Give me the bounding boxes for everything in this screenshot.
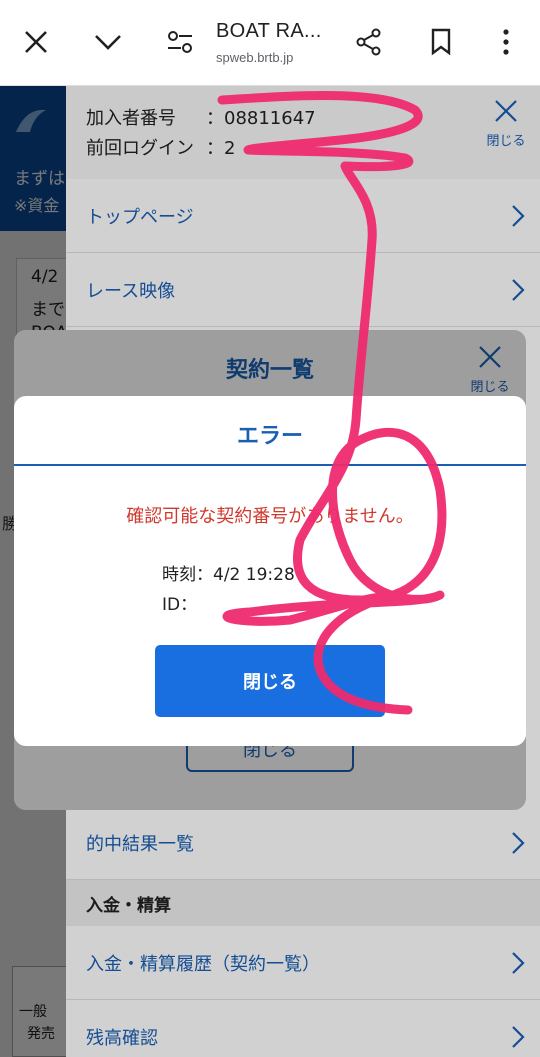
page-url[interactable]: spweb.brtb.jp: [216, 50, 293, 65]
more-vert-icon[interactable]: [486, 22, 526, 62]
error-id: ID：: [162, 595, 198, 615]
close-icon[interactable]: [16, 22, 56, 62]
page-title[interactable]: BOAT RA...: [216, 20, 322, 43]
browser-toolbar: BOAT RA... spweb.brtb.jp: [0, 0, 540, 86]
error-dialog: エラー 確認可能な契約番号がありません。 時刻：4/2 19:28 ID： 閉じ…: [14, 396, 526, 746]
error-close-button[interactable]: 閉じる: [155, 645, 385, 717]
share-icon[interactable]: [349, 22, 389, 62]
bookmark-icon[interactable]: [421, 22, 461, 62]
error-title: エラー: [236, 424, 303, 449]
tune-icon[interactable]: [160, 22, 200, 62]
error-message: 確認可能な契約番号がありません。: [126, 506, 414, 527]
error-time: 時刻：4/2 19:28: [162, 565, 295, 585]
error-divider: [14, 464, 526, 466]
chevron-down-icon[interactable]: [88, 22, 128, 62]
